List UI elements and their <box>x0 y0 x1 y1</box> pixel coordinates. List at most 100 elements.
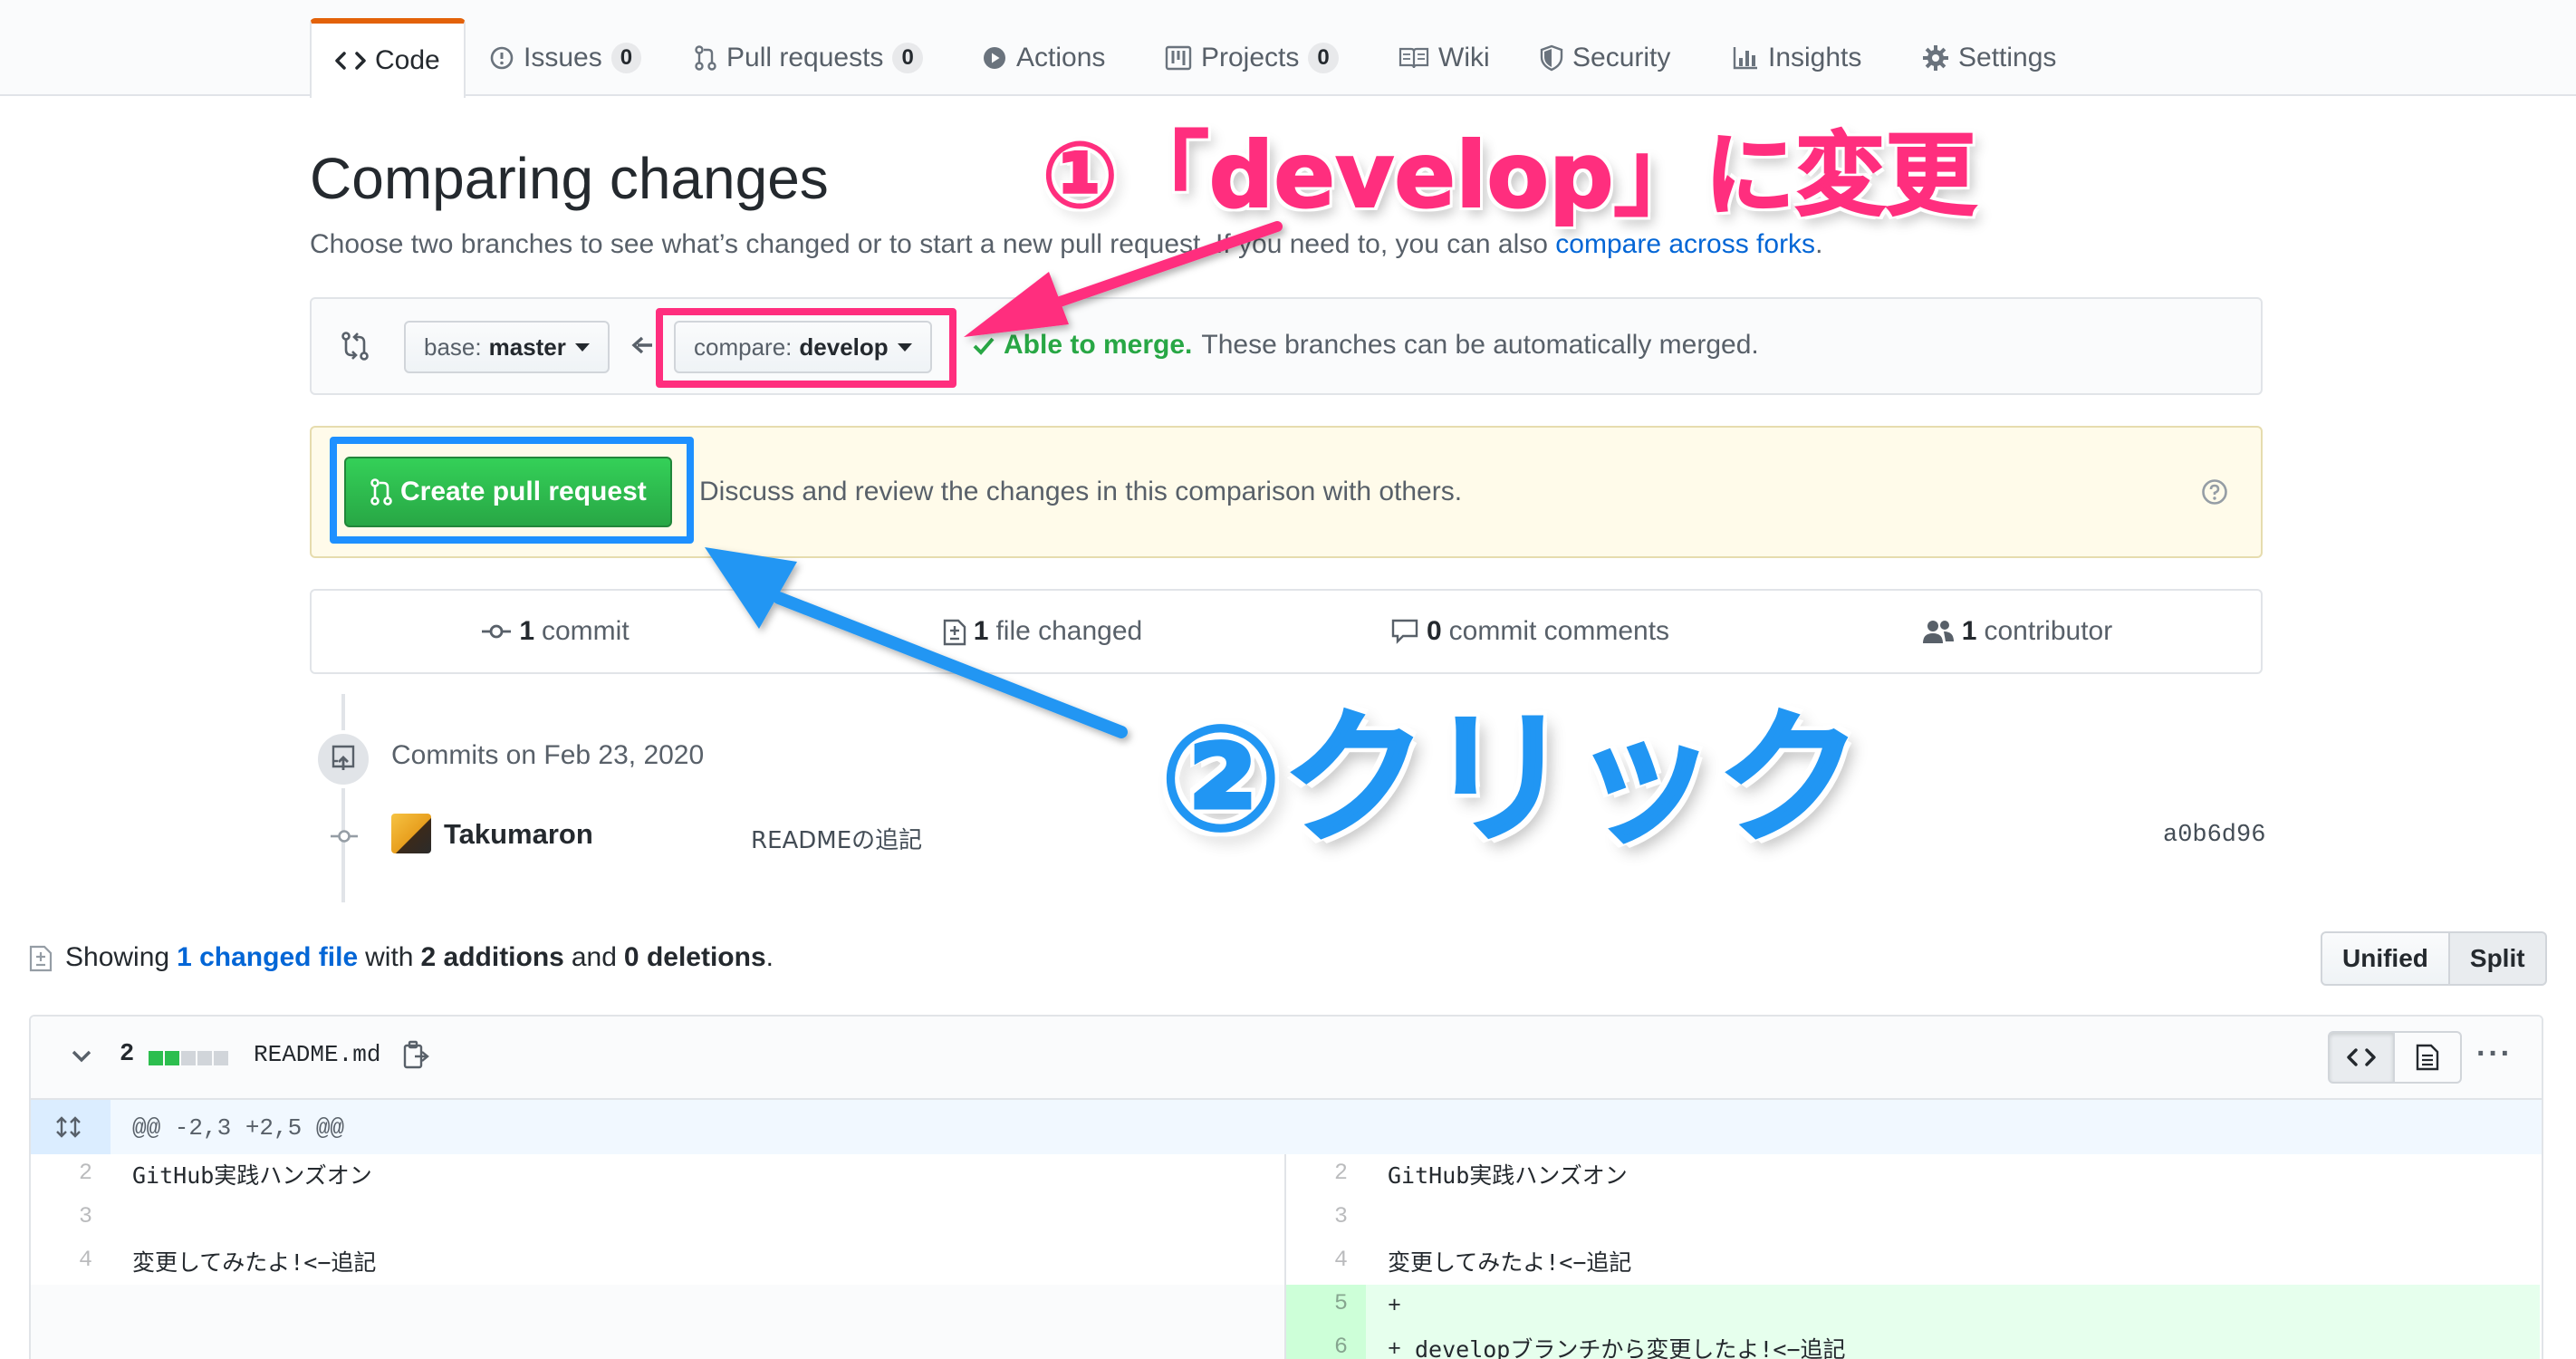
code-icon <box>335 50 366 72</box>
commit-icon <box>481 622 512 641</box>
additions-count: 2 additions <box>420 942 564 972</box>
commit-message[interactable]: READMEの追記 <box>751 822 922 855</box>
rich-diff-button[interactable] <box>2395 1031 2462 1084</box>
repo-nav: Code Issues 0 Pull requests 0 Actions Pr… <box>0 0 2576 98</box>
base-branch-select[interactable]: base: master <box>404 321 610 373</box>
tab-wiki-label: Wiki <box>1438 43 1490 72</box>
graph-icon <box>1732 45 1759 71</box>
line-number[interactable]: 5 <box>1286 1285 1366 1328</box>
commit-timeline <box>341 694 345 902</box>
tab-wiki[interactable]: Wiki <box>1399 18 1490 98</box>
pull-request-icon <box>694 44 717 72</box>
comment-icon <box>1390 618 1419 645</box>
kebab-menu-icon[interactable]: ··· <box>2476 1036 2513 1072</box>
commit-group-title: Commits on Feb 23, 2020 <box>391 740 705 770</box>
diff-line-right-added: 5 + <box>1286 1285 2540 1328</box>
showing-text: Showing <box>65 942 170 972</box>
line-code: GitHub実践ハンズオン <box>132 1162 372 1189</box>
compare-forks-link[interactable]: compare across forks <box>1555 229 1815 259</box>
tab-security[interactable]: Security <box>1540 18 1670 98</box>
file-view-buttons <box>2328 1031 2462 1084</box>
line-number[interactable]: 4 <box>1286 1241 1366 1285</box>
addition-sign: + <box>1388 1336 1402 1359</box>
highlight-create-pr-box <box>330 437 694 544</box>
files-label: file changed <box>995 616 1143 646</box>
unfold-icon[interactable] <box>31 1100 111 1154</box>
base-label: base: <box>424 333 482 361</box>
addition-sign: + <box>1388 1293 1402 1319</box>
question-icon[interactable] <box>2201 478 2228 510</box>
commits-count[interactable]: 1 commit <box>312 591 799 672</box>
tab-code[interactable]: Code <box>310 18 466 98</box>
diff-line-left: 3 <box>31 1198 1284 1241</box>
page-title: Comparing changes <box>310 146 829 211</box>
files-number: 1 <box>973 616 989 646</box>
tab-pull-requests-label: Pull requests <box>726 43 884 72</box>
tab-actions[interactable]: Actions <box>982 18 1105 98</box>
tab-insights[interactable]: Insights <box>1732 18 1861 98</box>
contributors-count[interactable]: 1 contributor <box>1773 591 2261 672</box>
line-number[interactable]: 4 <box>31 1241 111 1285</box>
changed-files-link[interactable]: 1 changed file <box>177 942 358 973</box>
files-changed-count[interactable]: 1 file changed <box>799 591 1286 672</box>
source-diff-button[interactable] <box>2328 1031 2395 1084</box>
diff-line-right: 4 変更してみたよ!<−追記 <box>1286 1241 2540 1285</box>
gear-icon <box>1922 44 1949 72</box>
line-number[interactable]: 2 <box>1286 1154 1366 1198</box>
tab-code-label: Code <box>375 45 440 75</box>
tab-settings[interactable]: Settings <box>1922 18 2056 98</box>
base-value: master <box>488 333 566 361</box>
clippy-icon[interactable] <box>402 1040 429 1074</box>
tab-projects-label: Projects <box>1201 43 1300 72</box>
merge-status: Able to merge. These branches can be aut… <box>971 330 1759 361</box>
tab-insights-label: Insights <box>1768 43 1862 72</box>
tab-pull-requests[interactable]: Pull requests 0 <box>694 18 923 98</box>
with-text: with <box>365 942 414 972</box>
code-icon <box>2347 1048 2376 1066</box>
diff-view-toggle: Unified Split <box>2321 931 2547 986</box>
line-code: developブランチから変更したよ!<−追記 <box>1415 1336 1846 1359</box>
line-number[interactable]: 3 <box>1286 1198 1366 1241</box>
range-editor: base: master compare: develop Able to me… <box>310 297 2263 395</box>
diff-line-left: 4 変更してみたよ!<−追記 <box>31 1241 1284 1285</box>
highlight-compare-box <box>656 308 956 388</box>
unified-button[interactable]: Unified <box>2321 931 2450 986</box>
file-name[interactable]: README.md <box>254 1041 380 1068</box>
shield-icon <box>1540 44 1563 72</box>
commit-sha[interactable]: a0b6d96 <box>2163 822 2265 849</box>
tab-settings-label: Settings <box>1958 43 2057 72</box>
commits-number: 1 <box>519 616 534 646</box>
play-icon <box>982 45 1007 71</box>
issue-icon <box>489 45 514 71</box>
tab-actions-label: Actions <box>1016 43 1106 72</box>
projects-counter: 0 <box>1308 43 1339 73</box>
line-number[interactable]: 3 <box>31 1198 111 1241</box>
avatar[interactable] <box>391 814 431 853</box>
diff-line-right-added: 6 + developブランチから変更したよ!<−追記 <box>1286 1328 2540 1359</box>
file-change-count: 2 <box>120 1041 135 1068</box>
diff-summary: Showing 1 changed file with 2 additions … <box>29 942 774 973</box>
line-number[interactable]: 2 <box>31 1154 111 1198</box>
tab-issues-label: Issues <box>524 43 602 72</box>
diff-line-left: 2 GitHub実践ハンズオン <box>31 1154 1284 1198</box>
commit-author[interactable]: Takumaron <box>444 818 593 851</box>
file-header: 2 README.md ··· <box>31 1017 2542 1100</box>
line-code: 変更してみたよ!<−追記 <box>132 1249 377 1276</box>
chevron-down-icon[interactable] <box>69 1044 94 1074</box>
chevron-down-icon <box>574 342 590 352</box>
repo-push-icon <box>314 730 372 788</box>
commits-label: commit <box>542 616 630 646</box>
split-button[interactable]: Split <box>2449 931 2547 986</box>
line-number[interactable]: 6 <box>1286 1328 1366 1359</box>
subtitle-text: Choose two branches to see what’s change… <box>310 229 1556 259</box>
diffstat-bar <box>149 1051 228 1065</box>
create-pr-description: Discuss and review the changes in this c… <box>699 477 1463 506</box>
compare-arrows-icon <box>339 330 371 367</box>
comments-label: commit comments <box>1448 616 1670 646</box>
tab-projects[interactable]: Projects 0 <box>1165 18 1339 98</box>
arrow-left-icon <box>630 333 654 361</box>
contributors-label: contributor <box>1984 616 2113 646</box>
hunk-range: @@ -2,3 +2,5 @@ <box>132 1114 345 1142</box>
annotation-step1: ①「develop」に変更 <box>1041 121 1977 229</box>
tab-issues[interactable]: Issues 0 <box>489 18 642 98</box>
